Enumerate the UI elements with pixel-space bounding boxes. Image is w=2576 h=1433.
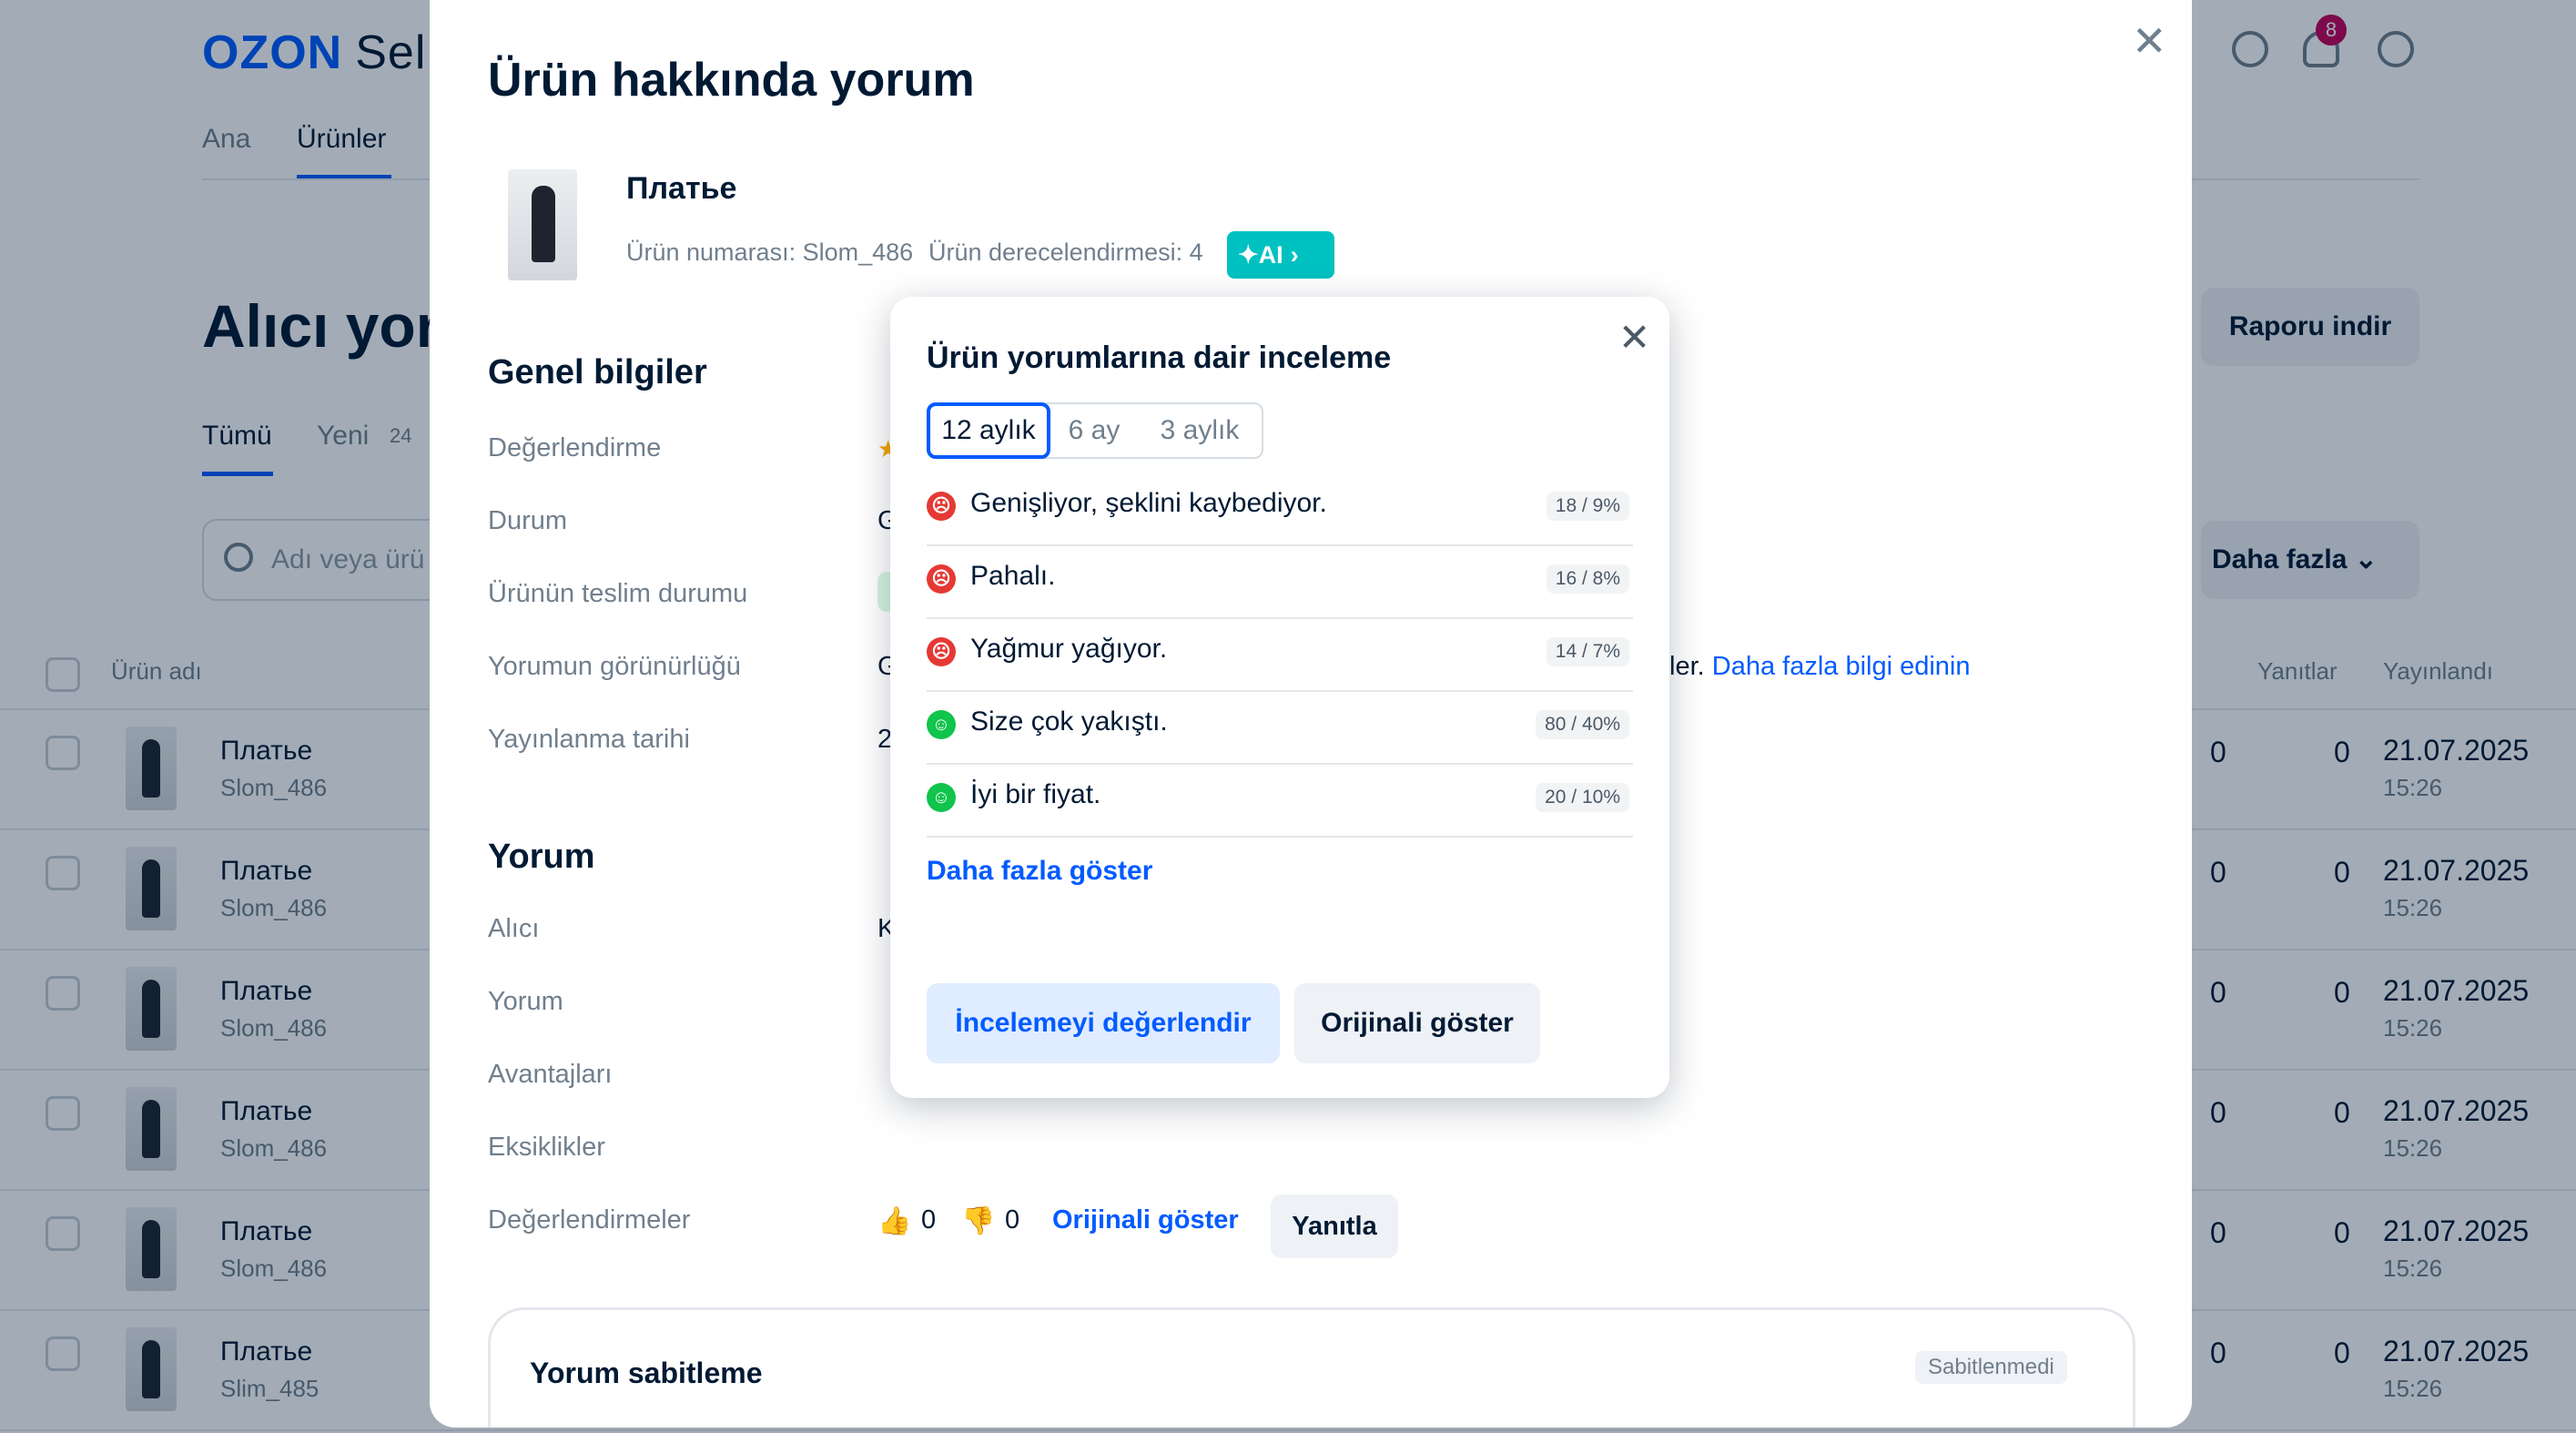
review-analysis-popover: Ürün yorumlarına dair inceleme ✕ 12 aylı… [890, 297, 1669, 1098]
insight-item[interactable]: ☺ Size çok yakıştı. 80 / 40% [927, 692, 1633, 765]
rate-analysis-button[interactable]: İncelemeyi değerlendir [927, 983, 1280, 1063]
chevron-right-icon: › [1290, 241, 1299, 269]
insight-text: Pahalı. [970, 561, 1056, 591]
insight-item[interactable]: ☹ Pahalı. 16 / 8% [927, 546, 1633, 619]
period-6-months[interactable]: 6 ay [1050, 404, 1138, 457]
period-12-months[interactable]: 12 aylık [927, 402, 1050, 459]
publish-date-label: Yayınlanma tarihi [488, 725, 690, 754]
sad-face-icon: ☹ [927, 637, 956, 666]
cons-label: Eksiklikler [488, 1133, 605, 1162]
product-sku: Ürün numarası: Slom_486 [626, 239, 914, 266]
insight-text: Size çok yakıştı. [970, 706, 1168, 737]
ratings-label: Değerlendirmeler [488, 1205, 691, 1235]
review-text-label: Yorum [488, 987, 563, 1016]
close-icon[interactable]: ✕ [1618, 319, 1650, 357]
thumbs-down-icon[interactable]: 👎 [961, 1205, 995, 1237]
thumbs-up-icon[interactable]: 👍 [877, 1205, 911, 1237]
insight-item[interactable]: ☹ Genişliyor, şeklini kaybediyor. 18 / 9… [927, 473, 1633, 546]
insight-count-badge: 14 / 7% [1546, 637, 1629, 666]
pin-review-title: Yorum sabitleme [530, 1357, 763, 1389]
insight-count-badge: 18 / 9% [1546, 492, 1629, 521]
show-original-button[interactable]: Orijinali göster [1294, 983, 1540, 1063]
dislikes-count: 0 [1005, 1205, 1020, 1235]
insight-text: İyi bir fiyat. [970, 779, 1101, 809]
pros-label: Avantajları [488, 1060, 613, 1089]
insight-text: Genişliyor, şeklini kaybediyor. [970, 488, 1327, 518]
close-icon[interactable]: ✕ [2132, 20, 2167, 62]
insight-count-badge: 16 / 8% [1546, 564, 1629, 594]
insight-text: Yağmur yağıyor. [970, 634, 1168, 664]
show-more-link[interactable]: Daha fazla göster [927, 856, 1152, 887]
status-label: Durum [488, 506, 568, 535]
delivery-status-label: Ürünün teslim durumu [488, 579, 748, 608]
happy-face-icon: ☺ [927, 710, 956, 739]
insight-item[interactable]: ☹ Yağmur yağıyor. 14 / 7% [927, 619, 1633, 692]
review-section-title: Yorum [488, 838, 595, 876]
pin-status-badge: Sabitlenmedi [1915, 1351, 2067, 1384]
ai-summary-button[interactable]: ✦AI › [1227, 231, 1334, 279]
modal-title: Ürün hakkında yorum [488, 54, 975, 107]
insight-count-badge: 80 / 40% [1536, 710, 1629, 739]
insight-count-badge: 20 / 10% [1536, 783, 1629, 812]
learn-more-link[interactable]: Daha fazla bilgi edinin [1712, 652, 1971, 681]
reply-button[interactable]: Yanıtla [1271, 1194, 1398, 1258]
product-rating: Ürün derecelendirmesi: 4 [928, 239, 1203, 266]
likes-count: 0 [921, 1205, 937, 1235]
sad-face-icon: ☹ [927, 564, 956, 594]
buyer-label: Alıcı [488, 914, 540, 943]
period-selector: 12 aylık 6 ay 3 aylık [927, 402, 1263, 459]
product-name: Платье [626, 171, 737, 206]
insight-item[interactable]: ☺ İyi bir fiyat. 20 / 10% [927, 765, 1633, 838]
period-3-months[interactable]: 3 aylık [1140, 404, 1260, 457]
popover-title: Ürün yorumlarına dair inceleme [927, 340, 1392, 375]
sparkle-icon: ✦ [1238, 241, 1259, 269]
happy-face-icon: ☺ [927, 783, 956, 812]
sad-face-icon: ☹ [927, 492, 956, 521]
visibility-label: Yorumun görünürlüğü [488, 652, 741, 681]
rating-label: Değerlendirme [488, 433, 662, 462]
show-original-link[interactable]: Orijinali göster [1052, 1205, 1239, 1235]
product-thumbnail [508, 169, 577, 280]
general-info-title: Genel bilgiler [488, 353, 707, 391]
visibility-value-tail: ler. Daha fazla bilgi edinin [1669, 652, 1971, 681]
